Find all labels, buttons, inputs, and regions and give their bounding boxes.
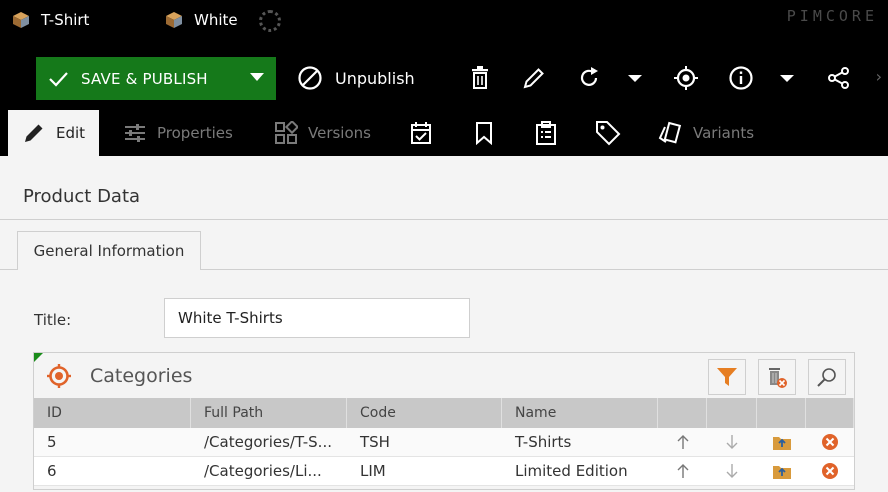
object-tab-bar: T-Shirt White PIMCORE bbox=[0, 0, 888, 45]
cell-id: 5 bbox=[47, 433, 57, 451]
tab-notes[interactable] bbox=[534, 110, 568, 156]
categories-title: Categories bbox=[90, 365, 193, 387]
unpublish-label: Unpublish bbox=[335, 68, 415, 88]
grid-rows: 5 /Categories/T-S... TSH T-Shirts 6 /Cat… bbox=[34, 428, 854, 486]
clear-relations-button[interactable] bbox=[758, 359, 796, 395]
info-icon[interactable] bbox=[728, 65, 754, 91]
cell-code: TSH bbox=[360, 433, 390, 451]
tag-icon bbox=[596, 121, 621, 146]
move-up-icon[interactable] bbox=[658, 428, 707, 456]
cell-code: LIM bbox=[360, 462, 386, 480]
locate-icon[interactable] bbox=[673, 65, 699, 91]
table-row[interactable]: 6 /Categories/Li... LIM Limited Edition bbox=[34, 457, 854, 486]
save-options-caret-icon[interactable] bbox=[250, 73, 264, 81]
save-and-publish-label: SAVE & PUBLISH bbox=[81, 69, 208, 88]
sliders-icon bbox=[125, 124, 145, 142]
tab-schedule[interactable] bbox=[409, 110, 443, 156]
column-header-code[interactable]: Code bbox=[347, 398, 502, 428]
tab-general-information[interactable]: General Information bbox=[17, 231, 201, 270]
object-edit-panel: Product Data General Information Title: … bbox=[0, 156, 888, 492]
info-options-caret-icon[interactable] bbox=[780, 75, 794, 82]
move-up-icon[interactable] bbox=[658, 457, 707, 485]
categories-header: Categories bbox=[34, 353, 854, 398]
divider bbox=[201, 269, 888, 270]
unpublish-icon bbox=[298, 66, 322, 90]
object-tab-label: T-Shirt bbox=[41, 11, 90, 29]
cell-name: T-Shirts bbox=[515, 433, 572, 451]
pencil-icon bbox=[25, 124, 43, 142]
object-toolbar: SAVE & PUBLISH Unpublish › bbox=[0, 45, 888, 110]
toolbar-overflow-chevron-icon[interactable]: › bbox=[876, 67, 882, 86]
target-icon bbox=[47, 364, 71, 388]
column-header-move-down bbox=[707, 398, 757, 428]
move-down-icon[interactable] bbox=[707, 457, 757, 485]
filter-button[interactable] bbox=[708, 359, 746, 395]
column-header-name[interactable]: Name bbox=[502, 398, 658, 428]
delete-all-icon bbox=[769, 368, 787, 388]
reload-options-caret-icon[interactable] bbox=[628, 75, 642, 82]
object-tab-tshirt[interactable]: T-Shirt bbox=[12, 0, 89, 40]
tab-label: Variants bbox=[693, 124, 755, 142]
reload-icon[interactable] bbox=[576, 65, 602, 91]
delete-icon[interactable] bbox=[467, 65, 493, 91]
share-icon[interactable] bbox=[826, 65, 852, 91]
save-and-publish-button[interactable]: SAVE & PUBLISH bbox=[36, 57, 276, 100]
cell-id: 6 bbox=[47, 462, 57, 480]
tab-label: Properties bbox=[157, 124, 233, 142]
tab-properties[interactable]: Properties bbox=[123, 110, 233, 156]
column-header-id[interactable]: ID bbox=[34, 398, 191, 428]
object-tab-white[interactable]: White bbox=[165, 0, 238, 40]
divider bbox=[0, 269, 17, 270]
title-label: Title: bbox=[34, 311, 72, 329]
table-row[interactable]: 5 /Categories/T-S... TSH T-Shirts bbox=[34, 428, 854, 457]
open-object-icon[interactable] bbox=[757, 457, 806, 485]
cell-name: Limited Edition bbox=[515, 462, 628, 480]
search-button[interactable] bbox=[808, 359, 846, 395]
tab-versions[interactable]: Versions bbox=[274, 110, 371, 156]
object-tab-label: White bbox=[194, 11, 238, 29]
column-header-remove bbox=[806, 398, 854, 428]
move-down-icon[interactable] bbox=[707, 428, 757, 456]
open-object-icon[interactable] bbox=[757, 428, 806, 456]
calendar-check-icon bbox=[411, 122, 431, 144]
tab-tags[interactable] bbox=[595, 110, 631, 156]
versions-icon bbox=[275, 121, 298, 144]
search-icon bbox=[817, 368, 836, 387]
filter-icon bbox=[717, 368, 737, 386]
tab-label: Edit bbox=[56, 124, 86, 142]
rename-icon[interactable] bbox=[521, 65, 547, 91]
column-header-full-path[interactable]: Full Path bbox=[191, 398, 347, 428]
checkmark-icon bbox=[49, 71, 68, 87]
tab-label: Versions bbox=[308, 124, 371, 142]
column-header-move-up bbox=[658, 398, 707, 428]
column-header-open bbox=[757, 398, 806, 428]
tab-variants[interactable]: Variants bbox=[657, 110, 754, 156]
editor-tab-bar: Edit Properties Versions Variants bbox=[0, 110, 888, 156]
bookmark-icon bbox=[476, 122, 492, 145]
cell-full-path: /Categories/Li... bbox=[204, 462, 322, 480]
clipboard-list-icon bbox=[536, 121, 556, 145]
unpublish-button[interactable]: Unpublish bbox=[297, 65, 415, 91]
object-cube-icon bbox=[13, 12, 29, 28]
panel-title: Product Data bbox=[23, 186, 141, 207]
categories-grid: Categories ID Full Path Code Name 5 /Cat… bbox=[33, 352, 855, 490]
title-input[interactable]: White T-Shirts bbox=[164, 298, 470, 338]
object-cube-icon bbox=[166, 12, 182, 28]
variants-icon bbox=[658, 121, 682, 144]
grid-column-headers: ID Full Path Code Name bbox=[34, 398, 854, 428]
remove-icon[interactable] bbox=[806, 457, 854, 485]
pimcore-logo: PIMCORE bbox=[786, 7, 878, 25]
tab-bookmark[interactable] bbox=[472, 110, 506, 156]
loading-spinner-icon bbox=[259, 10, 281, 32]
divider bbox=[0, 219, 888, 220]
remove-icon[interactable] bbox=[806, 428, 854, 456]
tab-edit[interactable]: Edit bbox=[8, 110, 99, 156]
cell-full-path: /Categories/T-S... bbox=[204, 433, 332, 451]
